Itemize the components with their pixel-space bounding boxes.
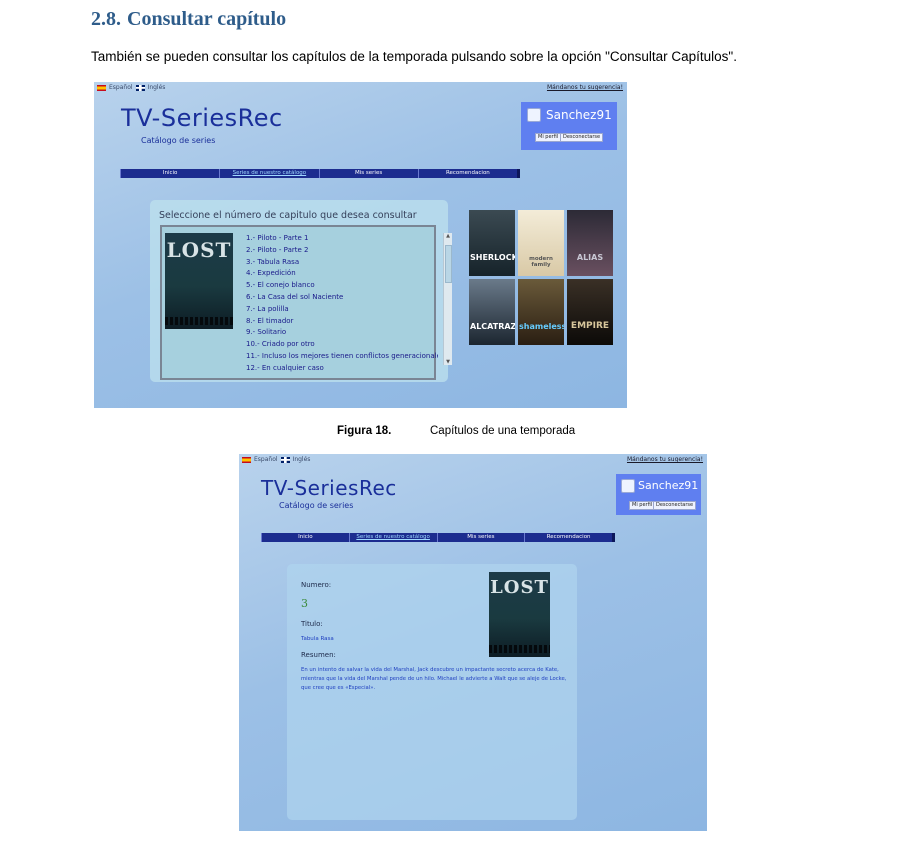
cover-title: LOST [166, 238, 232, 262]
chapter-item[interactable]: 6.- La Casa del sol Naciente [246, 292, 438, 304]
poster-empire[interactable]: EMPIRE [567, 279, 613, 345]
chapter-item[interactable]: 10.- Criado por otro [246, 339, 438, 351]
section-heading: 2.8. Consultar capítulo [91, 8, 286, 31]
avatar-icon [527, 108, 541, 122]
series-cover: LOST [165, 233, 233, 329]
figure-text: Capítulos de una temporada [430, 425, 576, 437]
scrollbar[interactable]: ▲ ▼ [443, 233, 452, 365]
chapter-item[interactable]: 4.- Expedición [246, 268, 438, 280]
avatar-icon [621, 479, 635, 493]
chapter-listbox[interactable]: LOST 1.- Piloto - Parte 1 2.- Piloto - P… [160, 225, 452, 380]
scroll-thumb[interactable] [445, 245, 452, 283]
poster-title: modern family [529, 256, 553, 268]
series-cover: LOST [489, 572, 550, 657]
brand-tagline: Catálogo de series [141, 136, 216, 145]
poster-title: SHERLOCK [470, 253, 515, 262]
cover-figures [165, 317, 233, 325]
suggestion-link[interactable]: Mándanos tu sugerencia! [547, 84, 623, 91]
section-title: Consultar capítulo [127, 8, 287, 30]
brand-title: TV-SeriesRec [261, 476, 397, 500]
cover-figures [489, 645, 550, 653]
chapter-item[interactable]: 11.- Incluso los mejores tienen conflict… [246, 351, 438, 363]
user-box: Sanchez91 Mi perfil Desconectarse [616, 474, 701, 515]
logout-button[interactable]: Desconectarse [560, 133, 604, 142]
screenshot-chapter-list: Español Inglés Mándanos tu sugerencia! T… [94, 82, 627, 408]
username: Sanchez91 [546, 108, 612, 122]
nav-my-series[interactable]: Mis series [318, 169, 418, 178]
poster-title: ALCATRAZ [470, 322, 515, 331]
brand-tagline: Catálogo de series [279, 501, 354, 510]
nav-recommendation[interactable]: Recomendacion [417, 169, 517, 178]
brand-title: TV-SeriesRec [121, 104, 283, 132]
chapter-item[interactable]: 1.- Piloto - Parte 1 [246, 233, 438, 245]
main-nav: Inicio Series de nuestro catálogo Mis se… [261, 533, 615, 542]
chapter-panel: Seleccione el número de capitulo que des… [150, 200, 452, 382]
nav-recommendation[interactable]: Recomendacion [524, 533, 612, 542]
lang-en-link[interactable]: Inglés [148, 84, 166, 91]
scroll-down-icon[interactable]: ▼ [444, 359, 452, 365]
cover-title: LOST [490, 577, 549, 598]
chapter-item[interactable]: 9.- Solitario [246, 327, 438, 339]
summary-label: Resumen: [301, 651, 336, 659]
lang-es-link[interactable]: Español [109, 84, 133, 91]
scroll-up-icon[interactable]: ▲ [444, 233, 452, 239]
nav-catalog[interactable]: Series de nuestro catálogo [219, 169, 318, 178]
chapter-title: Tabula Rasa [301, 636, 334, 642]
chapter-detail-panel: Numero: 3 Titulo: Tabula Rasa Resumen: E… [287, 564, 577, 820]
poster-alcatraz[interactable]: ALCATRAZ [469, 279, 515, 345]
poster-title: shameless [519, 322, 564, 331]
chapter-item[interactable]: 2.- Piloto - Parte 2 [246, 245, 438, 257]
uk-flag-icon[interactable] [280, 456, 290, 463]
panel-title: Seleccione el número de capitulo que des… [159, 210, 417, 221]
poster-sherlock[interactable]: SHERLOCK [469, 210, 515, 276]
title-label: Titulo: [301, 620, 323, 628]
nav-catalog[interactable]: Series de nuestro catálogo [348, 533, 437, 542]
intro-paragraph: También se pueden consultar los capítulo… [91, 49, 737, 64]
screenshot-chapter-detail: Español Inglés Mándanos tu sugerencia! T… [239, 454, 707, 831]
figure-caption: Figura 18. Capítulos de una temporada [337, 425, 575, 437]
poster-title: EMPIRE [570, 321, 610, 331]
recommended-posters: SHERLOCK modern family ALIAS ALCATRAZ sh… [469, 210, 613, 345]
language-selector: Español Inglés [242, 456, 310, 463]
chapter-summary: En un intento de salvar la vida del Mars… [301, 667, 567, 691]
chapter-item[interactable]: 12.- En cualquier caso [246, 363, 438, 373]
lang-en-link[interactable]: Inglés [293, 456, 311, 463]
poster-shameless[interactable]: shameless [518, 279, 564, 345]
poster-modern-family[interactable]: modern family [518, 210, 564, 276]
nav-my-series[interactable]: Mis series [436, 533, 525, 542]
figure-label: Figura 18. [337, 425, 392, 437]
chapter-item[interactable]: 8.- El timador [246, 316, 438, 328]
nav-inicio[interactable]: Inicio [120, 169, 219, 178]
spain-flag-icon[interactable] [242, 456, 251, 463]
language-selector: Español Inglés [97, 84, 165, 91]
username: Sanchez91 [638, 479, 699, 492]
chapter-number: 3 [301, 597, 308, 610]
profile-button[interactable]: Mi perfil [629, 501, 656, 510]
number-label: Numero: [301, 581, 332, 589]
poster-alias[interactable]: ALIAS [567, 210, 613, 276]
user-box: Sanchez91 Mi perfil Desconectarse [521, 102, 617, 150]
logout-button[interactable]: Desconectarse [653, 501, 697, 510]
section-number: 2.8. [91, 8, 121, 30]
lang-es-link[interactable]: Español [254, 456, 278, 463]
chapter-item[interactable]: 7.- La polilla [246, 304, 438, 316]
nav-inicio[interactable]: Inicio [261, 533, 349, 542]
chapter-list: 1.- Piloto - Parte 1 2.- Piloto - Parte … [246, 233, 438, 373]
uk-flag-icon[interactable] [135, 84, 145, 91]
main-nav: Inicio Series de nuestro catálogo Mis se… [120, 169, 520, 178]
poster-title: ALIAS [576, 253, 604, 262]
spain-flag-icon[interactable] [97, 84, 106, 91]
chapter-item[interactable]: 3.- Tabula Rasa [246, 257, 438, 269]
suggestion-link[interactable]: Mándanos tu sugerencia! [627, 456, 703, 463]
profile-button[interactable]: Mi perfil [535, 133, 562, 142]
chapter-item[interactable]: 5.- El conejo blanco [246, 280, 438, 292]
